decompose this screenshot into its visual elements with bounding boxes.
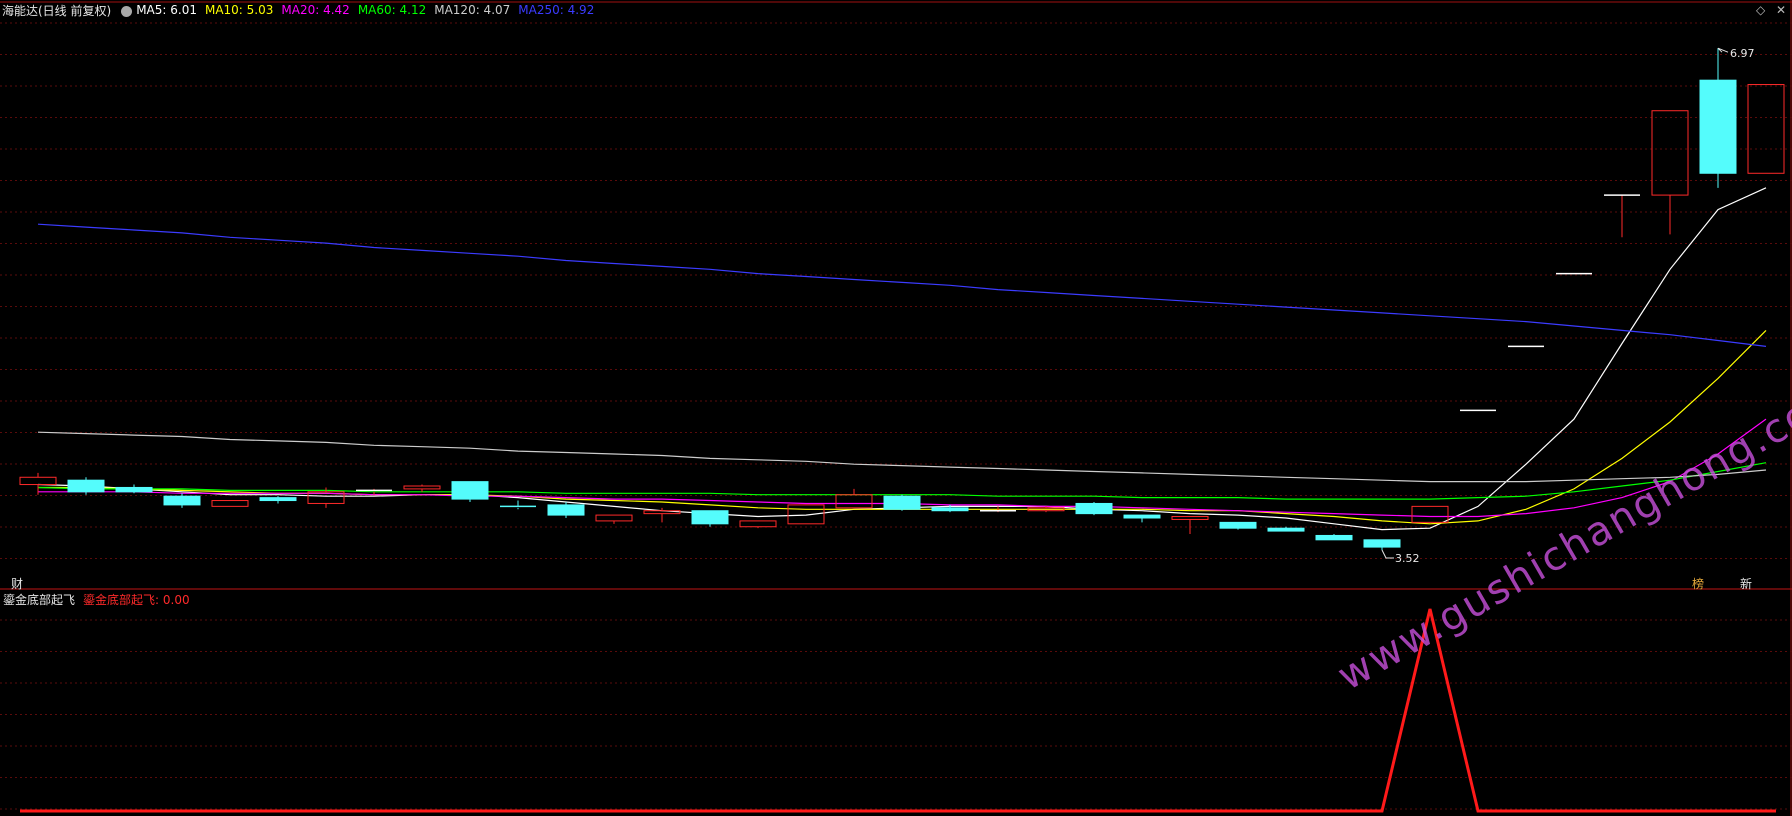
candle-body bbox=[931, 507, 969, 512]
indicator-legend: 海能达(日线 前复权) MA5: 6.01 MA10: 5.03 MA20: 4.4… bbox=[0, 0, 602, 20]
ma-legend-item[interactable]: MA20: 4.42 bbox=[281, 3, 349, 17]
ma-legend-item[interactable]: MA250: 4.92 bbox=[518, 3, 594, 17]
candle-body bbox=[211, 500, 249, 507]
candle-body bbox=[1699, 79, 1737, 174]
diamond-icon[interactable]: ◇ bbox=[1756, 3, 1765, 17]
candle-body bbox=[883, 495, 921, 510]
candle-body bbox=[259, 497, 297, 502]
chart-canvas[interactable]: 6.97 3.52 bbox=[0, 0, 1792, 816]
candle-body bbox=[115, 486, 153, 493]
candle-body bbox=[67, 479, 105, 493]
candle-body bbox=[1171, 516, 1209, 520]
low-price-label: 3.52 bbox=[1395, 552, 1420, 565]
candle-body bbox=[787, 504, 825, 525]
candle-body bbox=[691, 510, 729, 525]
high-price-label: 6.97 bbox=[1730, 47, 1755, 60]
candle-body bbox=[1651, 110, 1689, 196]
sub-indicator-legend: 鎏金底部起飞 鎏金底部起飞: 0.00 bbox=[0, 590, 190, 608]
ma-legend-item[interactable]: MA10: 5.03 bbox=[205, 3, 273, 17]
candle-body bbox=[1123, 514, 1161, 519]
candle-body bbox=[739, 520, 777, 528]
ma-legend-item[interactable]: MA60: 4.12 bbox=[358, 3, 426, 17]
sub-indicator-line bbox=[20, 608, 1776, 813]
ma-legend-item[interactable]: MA120: 4.07 bbox=[434, 3, 510, 17]
candle-body bbox=[1411, 505, 1449, 523]
settings-dot-icon[interactable] bbox=[121, 5, 133, 17]
ma-line-ma120 bbox=[37, 431, 1767, 483]
ma-line-ma250 bbox=[37, 223, 1767, 347]
candle-body bbox=[451, 481, 489, 500]
ma-line-ma5 bbox=[37, 187, 1767, 531]
sub-indicator-value: 鎏金底部起飞: 0.00 bbox=[83, 592, 190, 607]
candle-body bbox=[1363, 539, 1401, 548]
xin-marker[interactable]: 新 bbox=[1740, 575, 1752, 592]
low-arrow bbox=[1381, 549, 1394, 559]
ma-legend-item[interactable]: MA5: 6.01 bbox=[136, 3, 197, 17]
candle-body bbox=[547, 504, 585, 516]
close-icon[interactable]: ✕ bbox=[1776, 3, 1786, 17]
candle-body bbox=[835, 494, 873, 509]
candle-body bbox=[1267, 527, 1305, 532]
candle-body bbox=[595, 514, 633, 522]
candle-body bbox=[403, 485, 441, 490]
candle-body bbox=[163, 495, 201, 506]
sub-indicator-name[interactable]: 鎏金底部起飞 bbox=[3, 591, 75, 608]
candle-body bbox=[1219, 521, 1257, 529]
candle-body bbox=[1747, 84, 1785, 174]
candle-body bbox=[19, 476, 57, 486]
finance-marker[interactable]: 财 bbox=[11, 575, 23, 592]
candle-body bbox=[1315, 534, 1353, 541]
candle-body bbox=[643, 510, 681, 515]
high-arrow bbox=[1717, 47, 1729, 53]
stock-chart: 6.97 3.52 海能达(日线 前复权) MA5: 6.01 MA10: 5.03… bbox=[0, 0, 1792, 816]
candle-body bbox=[1075, 502, 1113, 515]
stock-title[interactable]: 海能达(日线 前复权) bbox=[2, 2, 111, 19]
bang-marker[interactable]: 榜 bbox=[1692, 575, 1704, 592]
ma-legend-list: MA5: 6.01 MA10: 5.03 MA20: 4.42 MA60: 4.12 M… bbox=[136, 3, 602, 17]
